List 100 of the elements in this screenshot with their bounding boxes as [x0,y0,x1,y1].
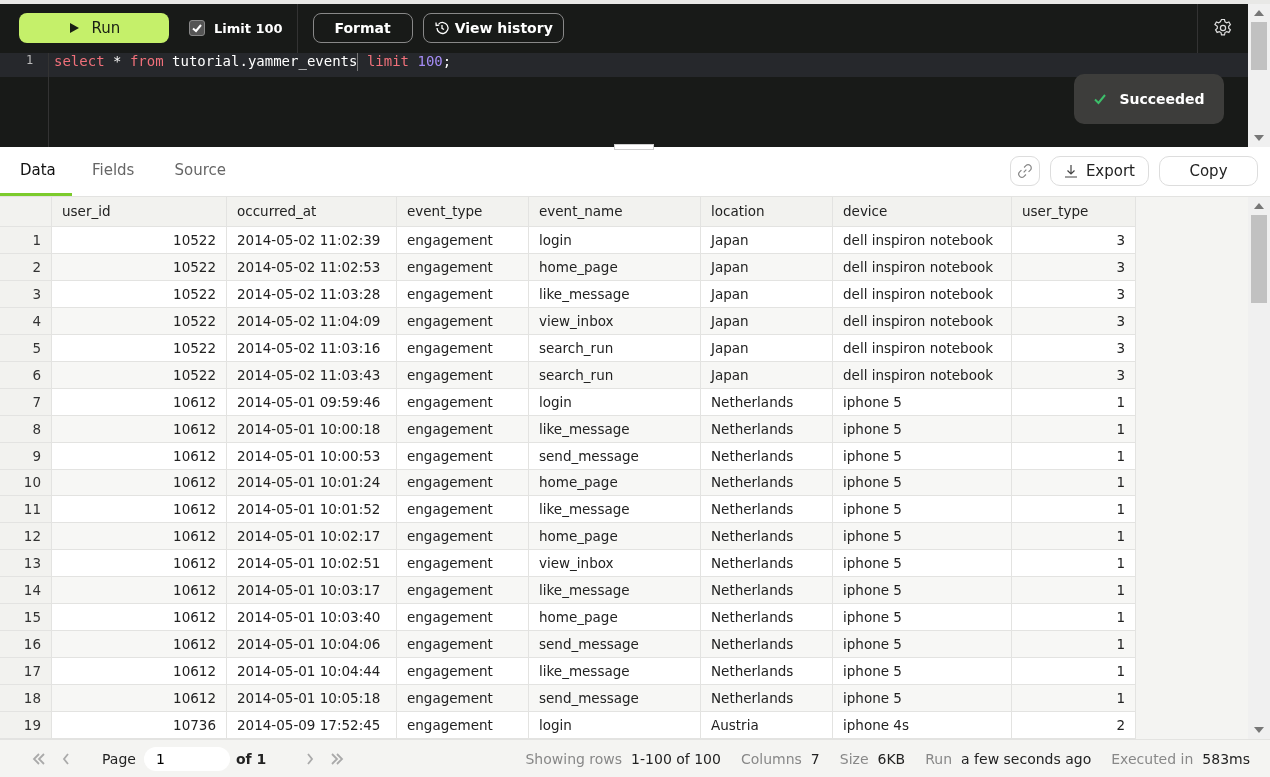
table-cell: send_message [529,685,701,713]
row-number: 10 [0,469,52,497]
table-cell: 10612 [52,685,227,713]
row-number: 1 [0,226,52,254]
table-cell: 10612 [52,631,227,659]
previous-page-icon[interactable] [62,752,70,765]
table-cell: dell inspiron notebook [833,334,1012,362]
resize-handle[interactable] [614,144,654,150]
table-cell: engagement [397,226,529,254]
table-cell: 3 [1012,307,1136,335]
row-number: 6 [0,361,52,389]
scrollbar[interactable] [1248,4,1270,147]
row-number: 5 [0,334,52,362]
checkbox[interactable] [189,20,205,37]
limit-label: Limit 100 [214,21,283,36]
table-cell: 2014-05-01 10:01:24 [227,469,397,497]
table-cell: like_message [529,280,701,308]
table-cell: engagement [397,523,529,551]
column-header[interactable]: location [701,196,833,227]
table-cell: 1 [1012,577,1136,605]
table-cell: 1 [1012,442,1136,470]
table-cell: engagement [397,685,529,713]
table-cell: engagement [397,631,529,659]
table-cell: 10612 [52,415,227,443]
table-cell: Japan [701,307,833,335]
table-cell: 2014-05-01 10:05:18 [227,685,397,713]
row-number: 2 [0,253,52,281]
table-cell: view_inbox [529,307,701,335]
column-header[interactable]: event_name [529,196,701,227]
table-cell: 10522 [52,334,227,362]
table-cell: 10522 [52,253,227,281]
table-cell: 10522 [52,226,227,254]
column-header[interactable]: device [833,196,1012,227]
export-button[interactable]: Export [1049,156,1149,187]
page-input[interactable]: 1 [143,746,230,771]
table-cell: 10522 [52,307,227,335]
table-cell: 1 [1012,415,1136,443]
table-cell: Japan [701,226,833,254]
stat-label: Executed in [1111,750,1194,767]
row-number: 7 [0,388,52,416]
column-header[interactable]: event_type [397,196,529,227]
row-number: 18 [0,685,52,713]
table-cell: 2014-05-02 11:03:16 [227,334,397,362]
first-page-icon[interactable] [32,752,46,765]
table-cell: engagement [397,307,529,335]
stat-value: 583ms [1202,750,1250,767]
link-button[interactable] [1009,156,1040,187]
table-cell: Japan [701,253,833,281]
table-cell: iphone 5 [833,388,1012,416]
table-cell: 10612 [52,523,227,551]
row-number: 11 [0,496,52,524]
table-cell: login [529,712,701,740]
row-number: 13 [0,550,52,578]
stat-label: Size [839,750,869,767]
table-cell: engagement [397,334,529,362]
table-cell: home_page [529,469,701,497]
settings-icon[interactable] [1213,18,1233,39]
table-cell: Austria [701,712,833,740]
table-cell: engagement [397,280,529,308]
next-page-icon[interactable] [306,752,315,765]
table-cell: iphone 5 [833,577,1012,605]
play-icon [67,22,80,35]
row-number: 19 [0,712,52,740]
page-label: Page [102,750,136,767]
table-cell: search_run [529,361,701,389]
table-cell: 3 [1012,226,1136,254]
table-cell: 10522 [52,361,227,389]
table-cell: login [529,226,701,254]
row-number: 16 [0,631,52,659]
copy-button[interactable]: Copy [1159,156,1258,187]
link-icon [1016,162,1033,181]
last-page-icon[interactable] [330,752,345,765]
row-number: 3 [0,280,52,308]
table-cell: 2014-05-01 10:02:17 [227,523,397,551]
tab[interactable]: Fields [72,147,155,196]
format-button[interactable]: Format [312,13,413,44]
table-cell: 10736 [52,712,227,740]
table-cell: 1 [1012,469,1136,497]
row-number: 9 [0,442,52,470]
table-cell: 1 [1012,388,1136,416]
column-header[interactable]: occurred_at [227,196,397,227]
table-cell: Netherlands [701,523,833,551]
tab[interactable]: Source [154,147,246,196]
limit-checkbox[interactable]: Limit 100 [189,20,283,37]
column-header[interactable]: user_id [52,196,227,227]
row-number: 8 [0,415,52,443]
table-cell: 3 [1012,280,1136,308]
scrollbar[interactable] [1248,196,1270,740]
stat-value: 6KB [877,750,906,767]
run-button[interactable]: Run [19,13,169,44]
table-cell: send_message [529,631,701,659]
table-cell: home_page [529,523,701,551]
line-number: 1 [0,53,48,77]
table-cell: engagement [397,577,529,605]
column-header[interactable]: user_type [1012,196,1136,227]
stat-label: Showing rows [525,750,623,767]
view-history-button[interactable]: View history [422,13,564,44]
row-number: 4 [0,307,52,335]
stat-value: 1-100 of 100 [631,750,721,767]
table-cell: Netherlands [701,577,833,605]
